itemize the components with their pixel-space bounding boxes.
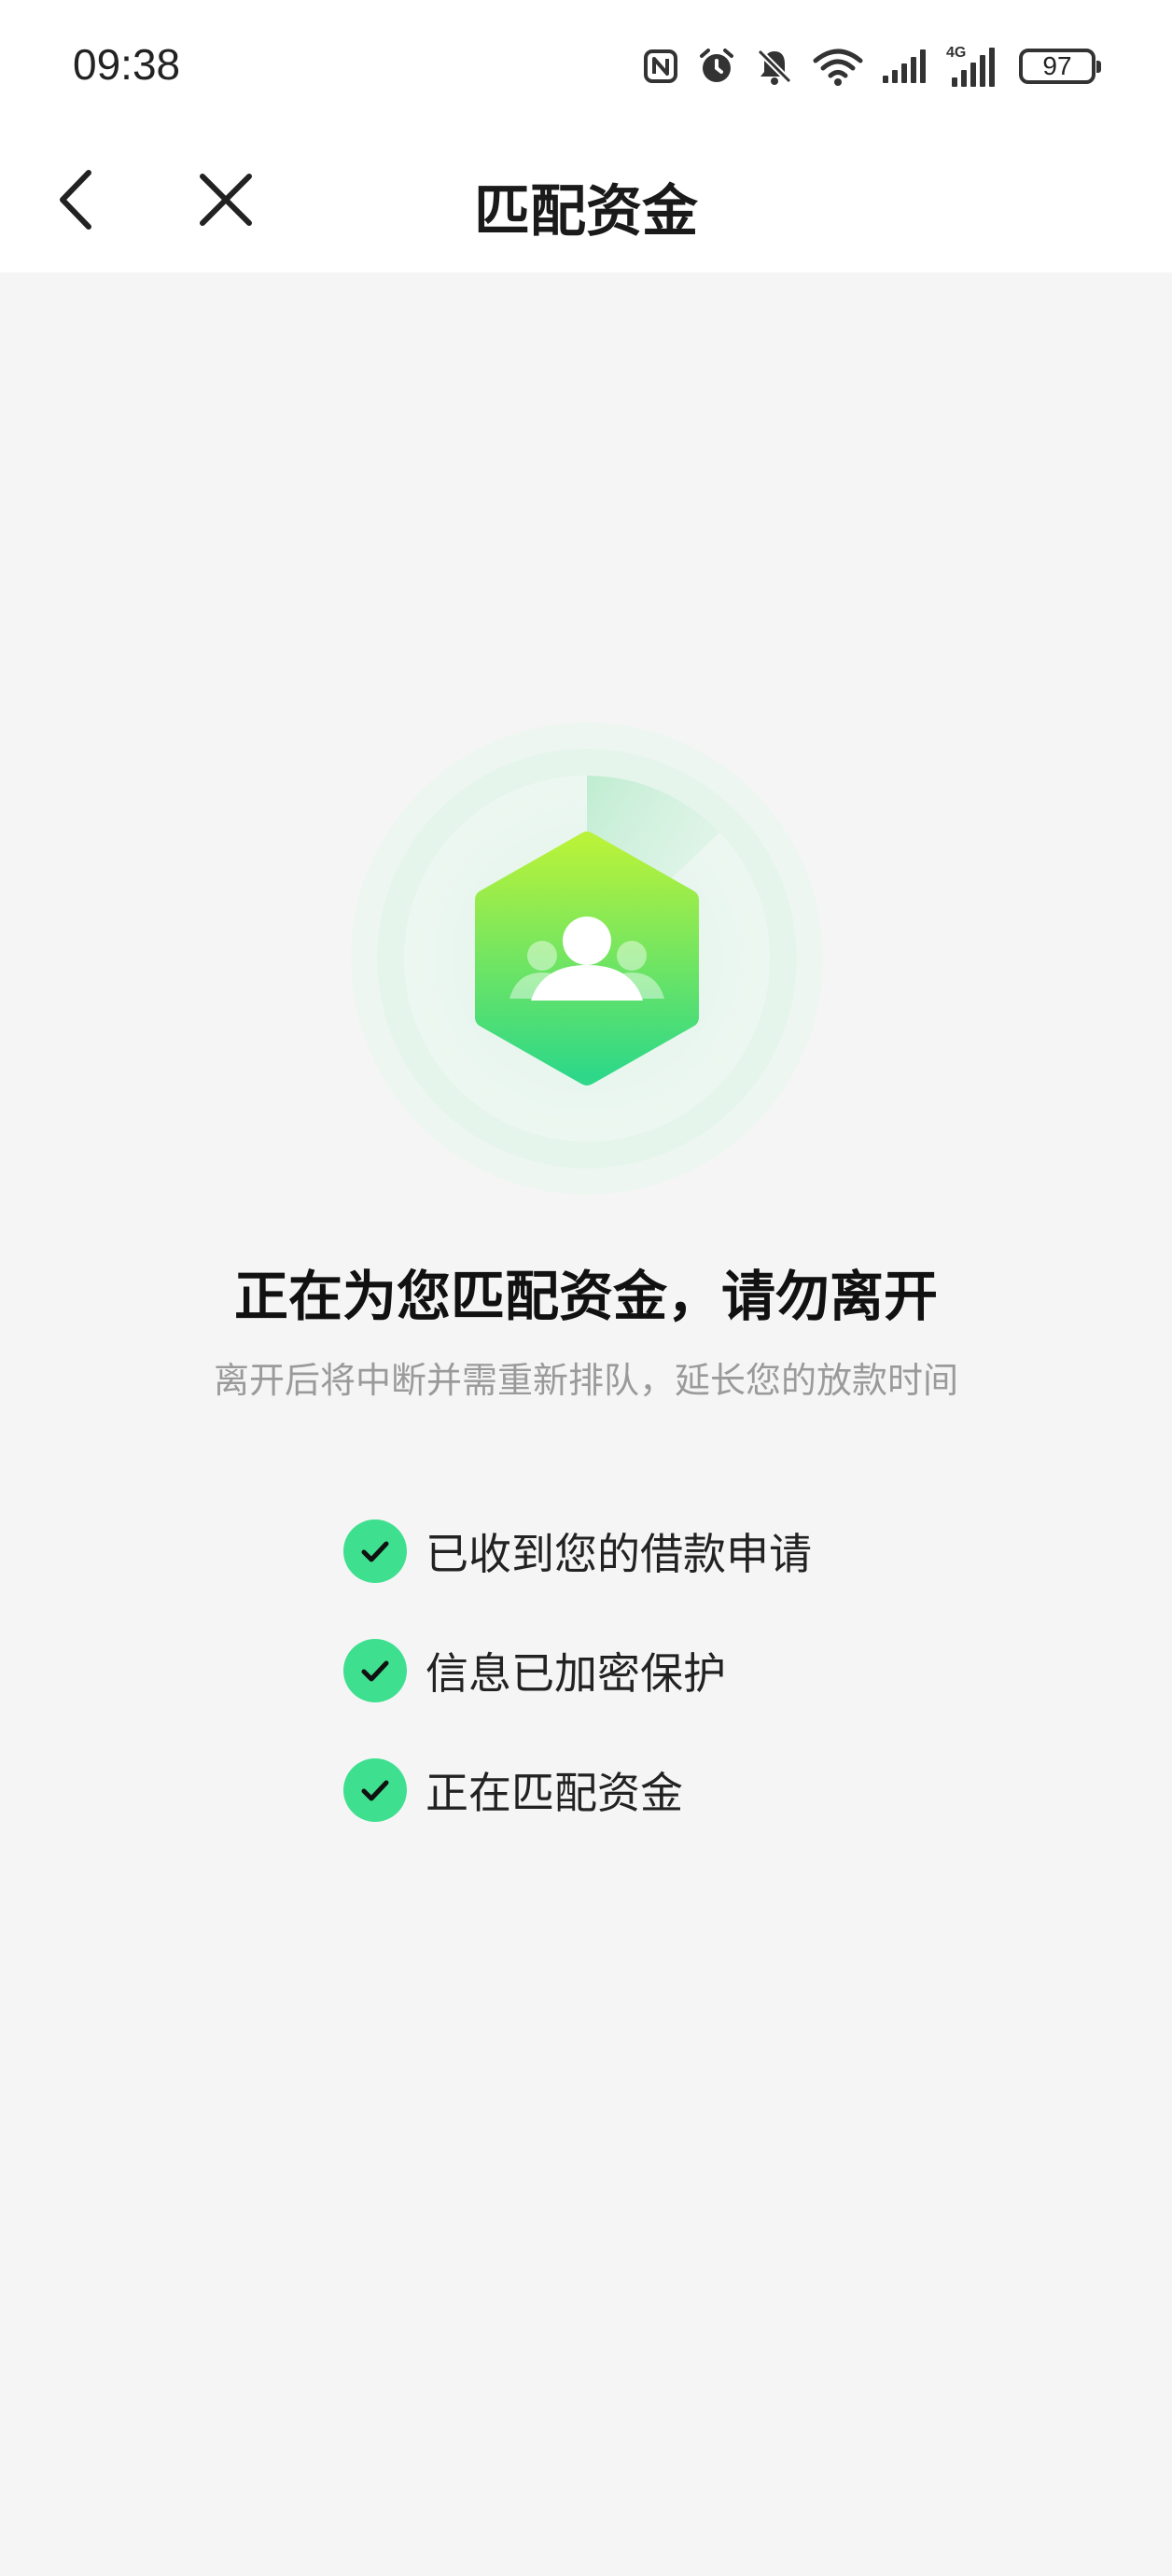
- bell-muted-icon: [754, 46, 795, 87]
- check-circle-icon: [343, 1758, 407, 1822]
- users-hexagon-icon: [475, 832, 699, 1085]
- matching-illustration: [351, 722, 823, 1195]
- step-label: 正在匹配资金: [426, 1768, 683, 1818]
- check-circle-icon: [343, 1639, 407, 1702]
- step-label: 信息已加密保护: [426, 1648, 726, 1699]
- progress-steps: 已收到您的借款申请 信息已加密保护 正在匹配资金: [343, 1519, 812, 1878]
- page-title: 匹配资金: [474, 179, 698, 245]
- status-bar: 09:38 4G 97: [0, 0, 1172, 131]
- status-icons: 4G 97: [642, 41, 1101, 91]
- svg-text:4G: 4G: [946, 45, 966, 61]
- matching-subline: 离开后将中断并需重新排队，延长您的放款时间: [213, 1360, 958, 1401]
- alarm-icon: [696, 46, 737, 87]
- check-circle-icon: [343, 1519, 407, 1583]
- signal-4g-icon: 4G: [946, 44, 1002, 89]
- wifi-icon: [812, 46, 864, 87]
- nav-bar: 匹配资金: [0, 131, 1172, 273]
- step-label: 已收到您的借款申请: [426, 1529, 812, 1579]
- matching-headline: 正在为您匹配资金，请勿离开: [233, 1265, 938, 1328]
- nfc-icon: [642, 48, 679, 85]
- status-time: 09:38: [73, 40, 181, 89]
- step-item: 已收到您的借款申请: [343, 1519, 812, 1583]
- battery-icon: 97: [1019, 49, 1101, 84]
- signal-icon: [881, 48, 929, 85]
- step-item: 正在匹配资金: [343, 1758, 812, 1822]
- step-item: 信息已加密保护: [343, 1639, 812, 1702]
